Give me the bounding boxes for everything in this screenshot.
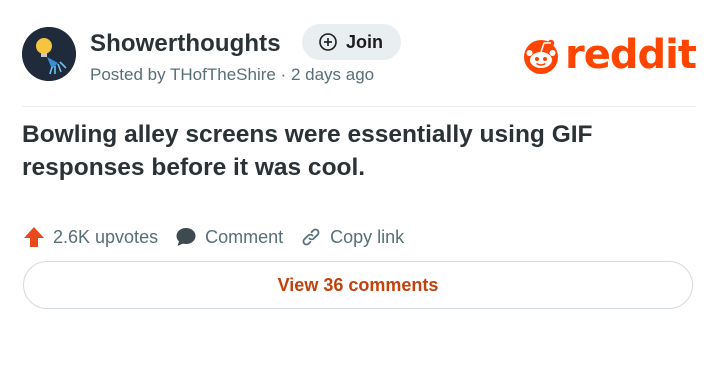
copy-link-button[interactable]: Copy link xyxy=(299,225,404,249)
reddit-logo-text: reddit xyxy=(565,32,697,78)
copy-link-label: Copy link xyxy=(330,226,405,247)
upvote-arrow-icon xyxy=(24,227,44,247)
plus-circle-icon xyxy=(319,33,337,51)
chain-link-icon xyxy=(302,228,320,246)
comment-label: Comment xyxy=(205,226,284,247)
posted-by-line: Posted by THofTheShire · 2 days ago xyxy=(90,65,375,84)
view-comments-button[interactable]: View 36 comments xyxy=(23,261,693,309)
post-header: Showerthoughts Join Posted by THofTheShi… xyxy=(22,24,697,87)
reddit-logo[interactable]: reddit xyxy=(521,32,697,78)
speech-bubble-icon xyxy=(176,228,196,246)
post-actions: 2.6K upvotes Comment Copy link xyxy=(22,222,420,252)
post-title[interactable]: Bowling alley screens were essentially u… xyxy=(22,118,662,184)
showerhead-lightbulb-icon xyxy=(22,27,76,81)
header-divider xyxy=(22,106,696,107)
join-label: Join xyxy=(346,31,384,52)
post-card: Showerthoughts Join Posted by THofTheShi… xyxy=(0,0,716,373)
join-button[interactable]: Join xyxy=(302,24,402,60)
subreddit-name[interactable]: Showerthoughts xyxy=(90,30,281,58)
subreddit-avatar[interactable] xyxy=(22,27,76,81)
upvote-button[interactable]: 2.6K upvotes xyxy=(22,225,158,249)
comment-button[interactable]: Comment xyxy=(174,225,283,249)
reddit-snoo-icon xyxy=(524,39,559,74)
upvote-count: 2.6K upvotes xyxy=(53,226,159,247)
